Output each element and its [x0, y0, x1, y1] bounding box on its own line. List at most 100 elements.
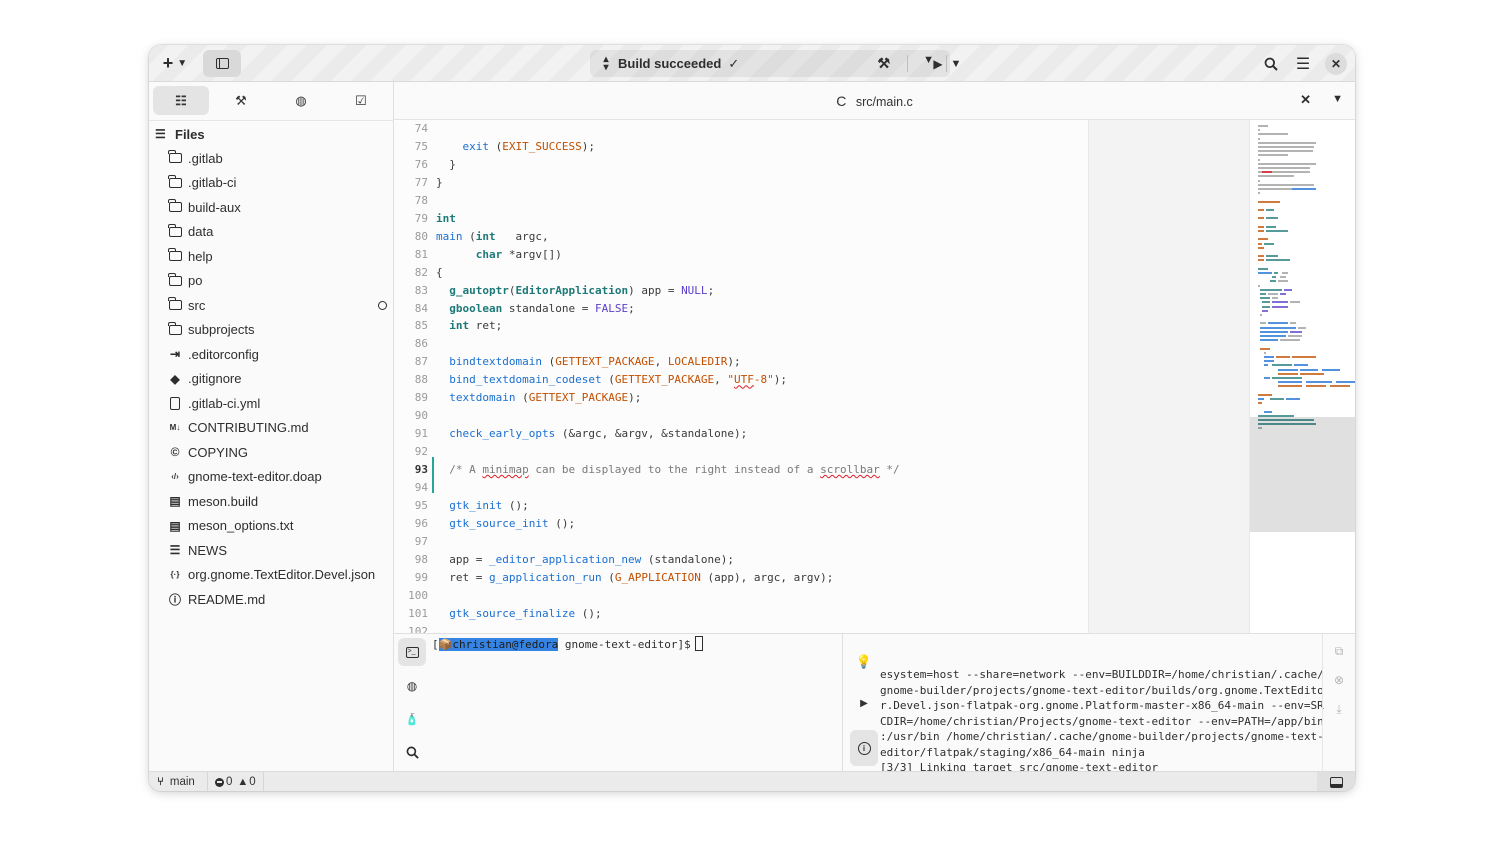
toggle-sidebar-button[interactable] [203, 50, 241, 77]
code-line[interactable]: 99 ret = g_application_run (G_APPLICATIO… [394, 569, 1249, 587]
tree-item[interactable]: subprojects [149, 318, 394, 343]
build-status-button[interactable]: ▴ ▾ Build succeeded ✓ ⚒ ▼ [590, 50, 950, 77]
code-line[interactable]: 78 [394, 192, 1249, 210]
code-line[interactable]: 88 bind_textdomain_codeset (GETTEXT_PACK… [394, 371, 1249, 389]
build-output-tab[interactable]: i [850, 730, 878, 766]
code-text: exit (EXIT_SUCCESS); [462, 139, 595, 153]
tree-item[interactable]: src [149, 293, 394, 318]
debugger-tab[interactable]: 🧴 [398, 705, 426, 733]
run-output-tab[interactable]: ▶ [850, 689, 878, 717]
minimap-line [1258, 188, 1292, 190]
panel-switcher: >_ ◍ 🧴 [394, 634, 428, 772]
panel-divider[interactable] [842, 634, 843, 772]
code-line[interactable]: 85 int ret; [394, 317, 1249, 335]
tab-diagnostics[interactable]: ◍ [273, 86, 329, 115]
code-icon: ‹/› [171, 472, 179, 482]
tree-item[interactable]: ☰ NEWS [149, 538, 394, 563]
tree-item[interactable]: help [149, 244, 394, 269]
run-menu-button[interactable]: ▼ [948, 50, 964, 77]
add-menu-button[interactable]: + ▼ [155, 50, 195, 77]
tree-item[interactable]: ‹/› gnome-text-editor.doap [149, 465, 394, 490]
source-view[interactable]: 74 75 exit (EXIT_SUCCESS); 76 } 77} 78 79 int 8… [394, 120, 1249, 633]
save-output-button[interactable]: ⤓ [1331, 702, 1347, 718]
minimap-line [1278, 381, 1302, 384]
minimap-line [1278, 280, 1288, 283]
code-line[interactable]: 95 gtk_init (); [394, 497, 1249, 515]
code-line[interactable]: 98 app = _editor_application_new (standa… [394, 551, 1249, 569]
code-line[interactable]: 76 } [394, 156, 1249, 174]
tab-project-tree[interactable]: ☷ [153, 86, 209, 115]
document-menu-button[interactable]: ▼ [1332, 93, 1343, 105]
code-line[interactable]: 75 exit (EXIT_SUCCESS); [394, 138, 1249, 156]
code-line[interactable]: 90 [394, 407, 1249, 425]
tab-build[interactable]: ⚒ [213, 86, 269, 115]
tree-item[interactable]: .gitlab-ci.yml [149, 391, 394, 416]
tree-item[interactable]: ⓘ README.md [149, 587, 394, 612]
close-document-button[interactable]: ✕ [1300, 92, 1311, 108]
search-button[interactable] [1257, 50, 1285, 77]
build-output-line: gnome-builder/projects/gnome-text-editor… [880, 683, 1324, 697]
tree-item[interactable]: .gitlab [149, 146, 394, 171]
diagnostics-indicator[interactable]: 0 ▲ 0 [215, 772, 256, 791]
minimap[interactable] [1249, 120, 1355, 633]
code-line[interactable]: 84 gboolean standalone = FALSE; [394, 300, 1249, 318]
main-menu-button[interactable]: ☰ [1289, 50, 1317, 77]
tree-item[interactable]: po [149, 269, 394, 294]
code-line[interactable]: 93 /* A minimap can be displayed to the … [394, 461, 1249, 479]
copy-output-button[interactable]: ⧉ [1331, 644, 1347, 660]
search-icon [406, 746, 419, 759]
minimap-line [1270, 398, 1284, 400]
terminal[interactable]: [📦christian@fedora gnome-text-editor]$ [432, 634, 842, 772]
tree-item[interactable]: ⇥ .editorconfig [149, 342, 394, 367]
code-line[interactable]: 101 gtk_source_finalize (); [394, 605, 1249, 623]
tree-item[interactable]: .gitlab-ci [149, 171, 394, 196]
tree-item[interactable]: data [149, 220, 394, 245]
code-text: int ret; [449, 319, 503, 333]
code-line[interactable]: 83 g_autoptr(EditorApplication) app = NU… [394, 282, 1249, 300]
code-line[interactable]: 96 gtk_source_init (); [394, 515, 1249, 533]
code-line[interactable]: 86 [394, 335, 1249, 353]
code-line[interactable]: 82 { [394, 264, 1249, 282]
tree-item[interactable]: ▤ meson_options.txt [149, 514, 394, 539]
toggle-panel-button[interactable] [1317, 772, 1355, 791]
code-line[interactable]: 79 int [394, 210, 1249, 228]
tree-item[interactable]: build-aux [149, 195, 394, 220]
minimap-viewport[interactable] [1250, 417, 1355, 532]
tree-item[interactable]: ▤ meson.build [149, 489, 394, 514]
code-line[interactable]: 102 [394, 623, 1249, 633]
code-line[interactable]: 100 [394, 587, 1249, 605]
minimap-line [1266, 255, 1278, 258]
tab-todo[interactable]: ☑ [333, 86, 389, 115]
sidebar-tabs: ☷ ⚒ ◍ ☑ [153, 86, 390, 116]
branch-indicator[interactable]: ⑂ main [157, 772, 195, 791]
clear-output-button[interactable]: ⊗ [1331, 673, 1347, 689]
terminal-tab[interactable]: >_ [398, 638, 426, 666]
line-number: 92 [414, 445, 428, 459]
app-window: + ▼ ▴ ▾ Build succeeded ✓ ⚒ ▼ ▶ ▼ ☰ ✕ ☷ … [149, 45, 1355, 791]
document-title[interactable]: C src/main.c [394, 93, 1355, 109]
code-line[interactable]: 74 [394, 120, 1249, 138]
tree-item[interactable]: ◆ .gitignore [149, 367, 394, 392]
hammer-icon[interactable]: ⚒ [877, 55, 890, 72]
tree-header-files[interactable]: ☰ Files [149, 122, 394, 146]
tree-item[interactable]: © COPYING [149, 440, 394, 465]
code-line[interactable]: 97 [394, 533, 1249, 551]
code-line[interactable]: 92 [394, 443, 1249, 461]
code-line[interactable]: 89 textdomain (GETTEXT_PACKAGE); [394, 389, 1249, 407]
minimap-line [1258, 242, 1262, 245]
hints-tab[interactable]: 💡 [850, 648, 878, 676]
code-line[interactable]: 87 bindtextdomain (GETTEXT_PACKAGE, LOCA… [394, 353, 1249, 371]
close-window-button[interactable]: ✕ [1325, 53, 1347, 75]
tree-item[interactable]: {·} org.gnome.TextEditor.Devel.json [149, 563, 394, 588]
code-line[interactable]: 94 [394, 479, 1249, 497]
search-tab[interactable] [398, 738, 426, 766]
code-line[interactable]: 77} [394, 174, 1249, 192]
tree-item[interactable]: M↓ CONTRIBUTING.md [149, 416, 394, 441]
build-output[interactable]: esystem=host --share=network --env=BUILD… [880, 634, 1324, 774]
minimap-line [1272, 276, 1276, 279]
diagnostics-tab[interactable]: ◍ [398, 672, 426, 700]
code-line[interactable]: 91 check_early_opts (&argc, &argv, &stan… [394, 425, 1249, 443]
code-line[interactable]: 80 main (int argc, [394, 228, 1249, 246]
code-line[interactable]: 81 char *argv[]) [394, 246, 1249, 264]
minimap-line [1258, 209, 1264, 211]
